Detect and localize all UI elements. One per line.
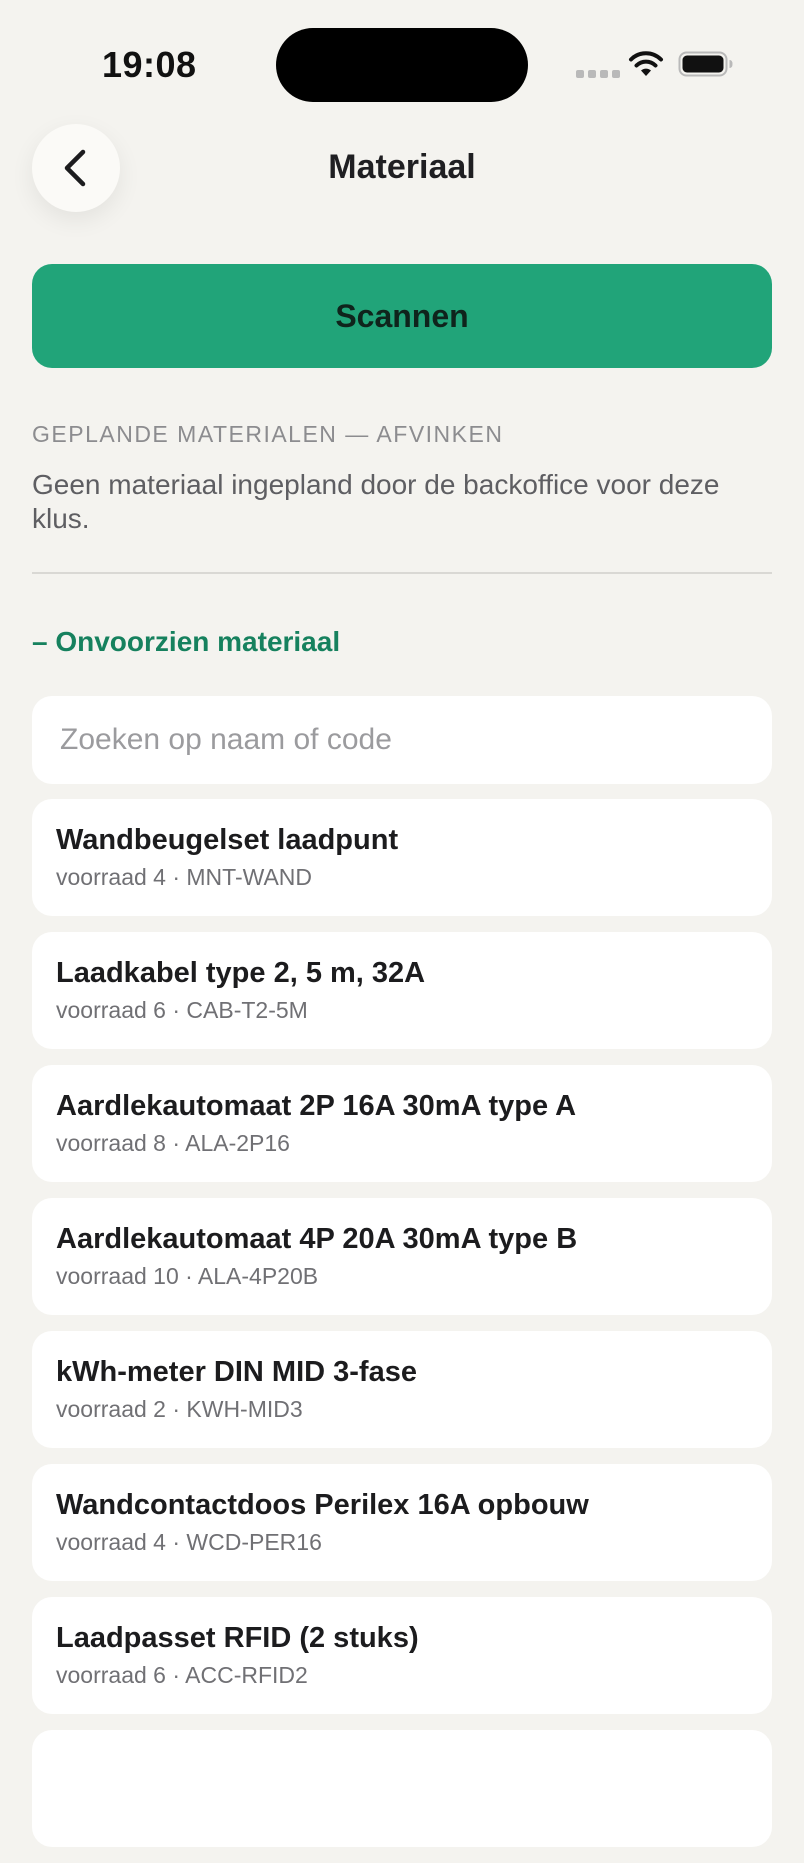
planned-materials-empty-text: Geen materiaal ingepland door de backoff… (32, 469, 720, 534)
material-list: Wandbeugelset laadpunt voorraad 4 · MNT-… (32, 799, 772, 1863)
material-name: Aardlekautomaat 2P 16A 30mA type A (56, 1090, 577, 1122)
material-item[interactable]: Aardlekautomaat 4P 20A 30mA type B voorr… (32, 1198, 772, 1315)
material-item[interactable]: Wandbeugelset laadpunt voorraad 4 · MNT-… (32, 799, 772, 916)
battery-icon (678, 51, 733, 77)
status-bar: 19:08 (0, 0, 804, 130)
material-stock-code: voorraad 6 · CAB-T2-5M (56, 997, 308, 1023)
material-item[interactable]: Aardlekautomaat 2P 16A 30mA type A voorr… (32, 1065, 772, 1182)
material-name: Aardlekautomaat 4P 20A 30mA type B (56, 1223, 578, 1255)
status-time: 19:08 (102, 44, 197, 85)
material-name: kWh-meter DIN MID 3-fase (56, 1356, 417, 1388)
scan-button[interactable]: Scannen (32, 264, 772, 368)
material-stock-code: voorraad 4 · WCD-PER16 (56, 1529, 322, 1555)
material-stock-code: voorraad 8 · ALA-2P16 (56, 1130, 290, 1156)
wifi-icon (629, 51, 663, 76)
material-name: Wandcontactdoos Perilex 16A opbouw (56, 1489, 589, 1521)
material-stock-code: voorraad 10 · ALA-4P20B (56, 1263, 319, 1289)
material-stock-code: voorraad 4 · MNT-WAND (56, 864, 313, 890)
material-name: Laadkabel type 2, 5 m, 32A (56, 957, 426, 989)
material-item[interactable]: Laadkabel type 2, 5 m, 32A voorraad 6 · … (32, 932, 772, 1049)
planned-materials-heading: GEPLANDE MATERIALEN — AFVINKEN (32, 421, 504, 447)
material-stock-code: voorraad 2 · KWH-MID3 (56, 1396, 303, 1422)
material-stock-code: voorraad 6 · ACC-RFID2 (56, 1662, 308, 1688)
cellular-signal-icon (576, 70, 620, 78)
material-search-input[interactable] (32, 696, 772, 784)
material-item[interactable]: Laadpasset RFID (2 stuks) voorraad 6 · A… (32, 1597, 772, 1714)
divider (32, 572, 772, 574)
material-item[interactable]: Wandcontactdoos Perilex 16A opbouw voorr… (32, 1464, 772, 1581)
material-name: Laadpasset RFID (2 stuks) (56, 1622, 419, 1654)
material-name: Wandbeugelset laadpunt (56, 824, 399, 856)
page-title: Materiaal (328, 148, 476, 186)
dynamic-island (276, 28, 528, 102)
unplanned-material-toggle[interactable]: – Onvoorzien materiaal (32, 626, 340, 658)
material-item[interactable]: kWh-meter DIN MID 3-fase voorraad 2 · KW… (32, 1331, 772, 1448)
